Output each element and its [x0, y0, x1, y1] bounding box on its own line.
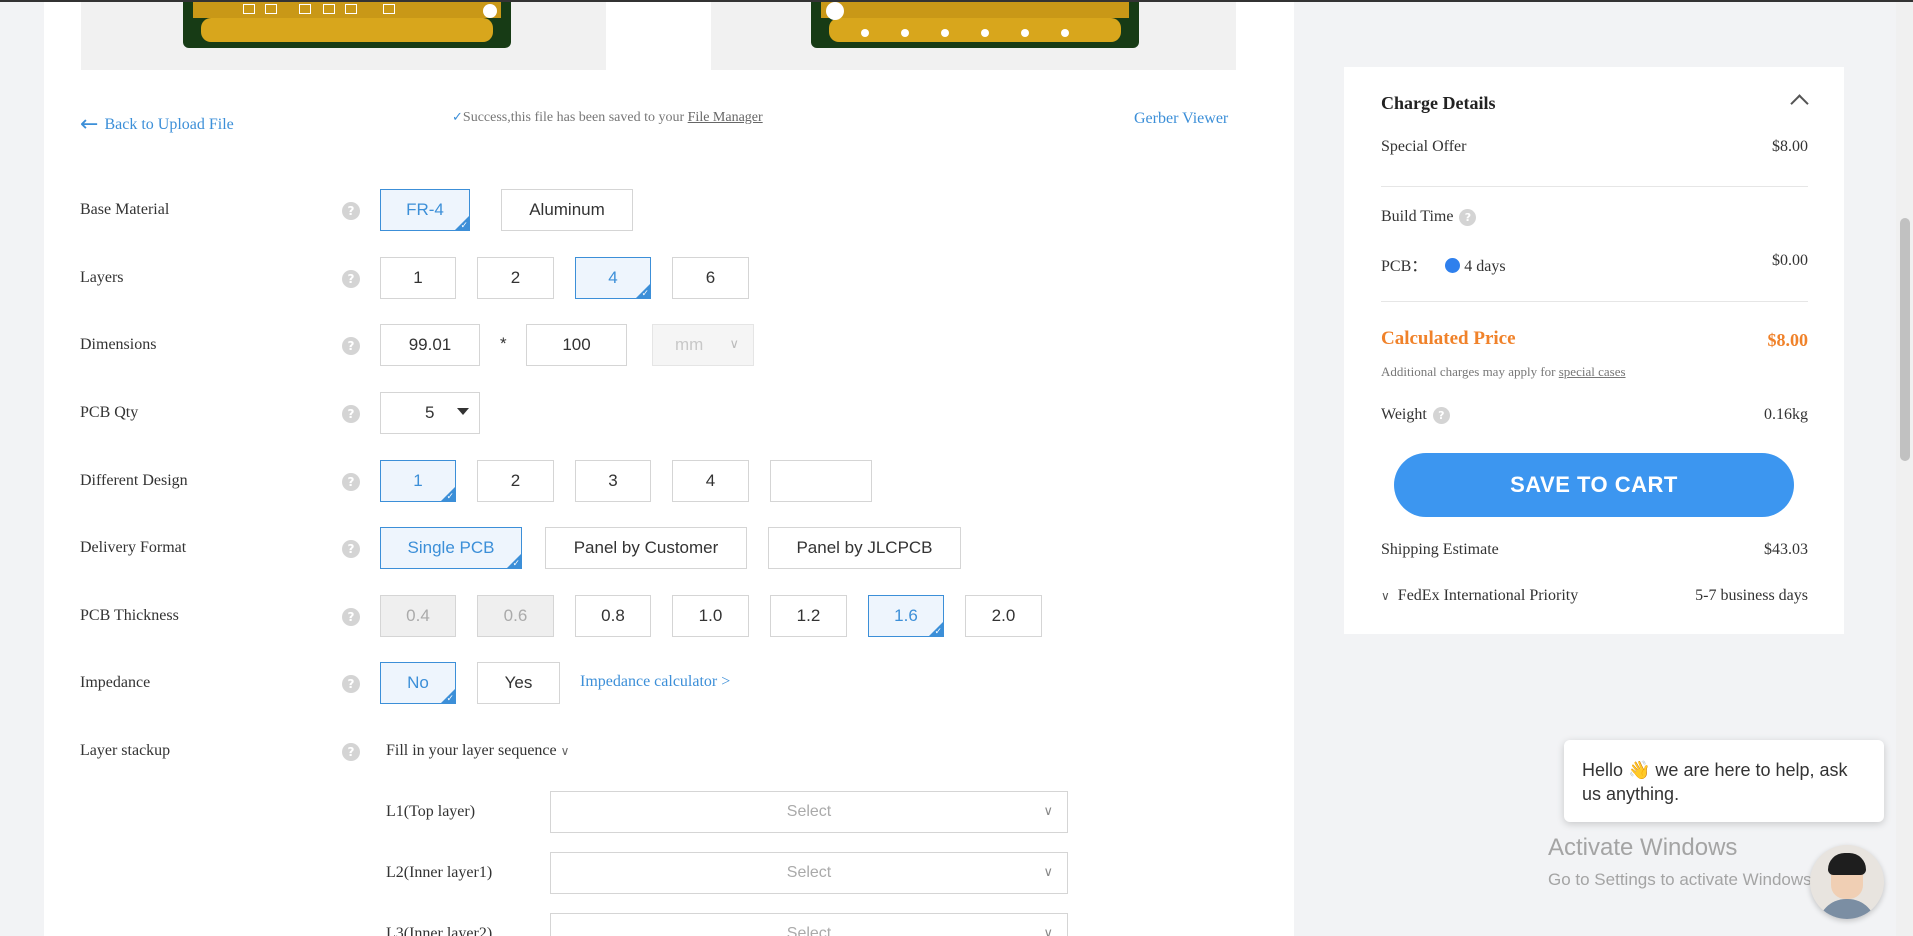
help-icon[interactable]: ? — [342, 270, 360, 288]
dimension-height-input[interactable]: 100 — [526, 324, 627, 366]
page-scrollbar[interactable] — [1896, 2, 1913, 936]
layer-l1-select[interactable]: Select ∨ — [550, 791, 1068, 833]
help-icon[interactable]: ? — [1459, 208, 1477, 226]
help-icon[interactable]: ? — [342, 473, 360, 491]
option-thickness-0-8[interactable]: 0.8 — [575, 595, 651, 637]
success-message: ✓Success,this file has been saved to you… — [452, 110, 763, 125]
pcb-preview-top — [81, 2, 606, 70]
arrow-left-icon: ← — [80, 112, 99, 137]
option-layers-1[interactable]: 1 — [380, 257, 456, 299]
help-icon[interactable]: ? — [342, 743, 360, 761]
charge-details-title: Charge Details — [1381, 93, 1496, 113]
chevron-down-icon: ∨ — [1381, 589, 1390, 603]
help-icon[interactable]: ? — [342, 540, 360, 558]
help-icon[interactable]: ? — [342, 675, 360, 693]
option-layers-4[interactable]: 4 — [575, 257, 651, 299]
chevron-down-icon: ∨ — [560, 744, 570, 758]
row-impedance: Impedance ? No Yes Impedance calculator … — [80, 662, 1230, 704]
shipping-time-value: 5-7 business days — [1695, 587, 1808, 604]
option-thickness-1-2[interactable]: 1.2 — [770, 595, 847, 637]
chevron-up-icon[interactable] — [1790, 94, 1809, 113]
main-panel: ← Back to Upload File ✓Success,this file… — [44, 2, 1294, 936]
option-panel-by-customer[interactable]: Panel by Customer — [545, 527, 747, 569]
option-thickness-0-4: 0.4 — [380, 595, 456, 637]
pcb-top-image — [183, 2, 511, 48]
option-thickness-1-0[interactable]: 1.0 — [672, 595, 749, 637]
option-design-3[interactable]: 3 — [575, 460, 651, 502]
pcb-build-price: $0.00 — [1772, 252, 1808, 269]
option-single-pcb[interactable]: Single PCB — [380, 527, 522, 569]
chat-greeting-bubble[interactable]: Hello 👋 we are here to help, ask us anyt… — [1564, 740, 1884, 822]
option-layers-2[interactable]: 2 — [477, 257, 554, 299]
impedance-calculator-link[interactable]: Impedance calculator > — [580, 673, 730, 691]
option-design-4[interactable]: 4 — [672, 460, 749, 502]
option-thickness-1-6[interactable]: 1.6 — [868, 595, 944, 637]
pcb-bottom-image — [811, 2, 1139, 48]
calculated-price-label: Calculated Price — [1381, 328, 1516, 349]
option-design-2[interactable]: 2 — [477, 460, 554, 502]
radio-selected-icon — [1445, 257, 1461, 273]
option-fr4[interactable]: FR-4 — [380, 189, 470, 231]
option-design-1[interactable]: 1 — [380, 460, 456, 502]
shipping-estimate-value: $43.03 — [1764, 541, 1808, 558]
build-time-label: Build Time? — [1381, 208, 1477, 226]
pcb-preview-bottom — [711, 2, 1236, 70]
shipping-carrier-toggle[interactable]: ∨ FedEx International Priority — [1381, 587, 1578, 605]
row-different-design: Different Design ? 1 2 3 4 — [80, 460, 1230, 502]
option-impedance-yes[interactable]: Yes — [477, 662, 560, 704]
chevron-down-icon: ∨ — [1043, 865, 1053, 880]
row-pcb-thickness: PCB Thickness ? 0.4 0.6 0.8 1.0 1.2 1.6 … — [80, 595, 1230, 637]
weight-value: 0.16kg — [1764, 406, 1808, 423]
pcb-qty-select[interactable]: 5 — [380, 392, 480, 434]
layer-sequence-toggle[interactable]: Fill in your layer sequence ∨ — [386, 742, 569, 760]
chevron-down-icon: ∨ — [729, 337, 739, 352]
special-offer-value: $8.00 — [1772, 138, 1808, 155]
help-icon[interactable]: ? — [342, 405, 360, 423]
windows-activation-title: Activate Windows — [1548, 834, 1738, 861]
unit-select[interactable]: mm ∨ — [652, 324, 754, 366]
row-pcb-qty: PCB Qty ? 5 — [80, 392, 1230, 434]
help-icon[interactable]: ? — [342, 608, 360, 626]
divider — [1381, 301, 1808, 302]
divider — [1381, 186, 1808, 187]
weight-label: Weight? — [1381, 406, 1450, 424]
row-base-material: Base Material ? FR-4 Aluminum — [80, 189, 1230, 231]
gerber-viewer-link[interactable]: Gerber Viewer — [1134, 110, 1228, 128]
option-thickness-2-0[interactable]: 2.0 — [965, 595, 1042, 637]
help-icon[interactable]: ? — [342, 202, 360, 220]
row-dimensions: Dimensions ? 99.01 * 100 mm ∨ — [80, 324, 1230, 366]
additional-charges-note: Additional charges may apply for special… — [1381, 364, 1626, 379]
check-icon: ✓ — [452, 110, 463, 125]
chevron-down-icon: ∨ — [1043, 926, 1053, 936]
dimension-width-input[interactable]: 99.01 — [380, 324, 480, 366]
caret-down-icon — [457, 408, 469, 415]
layer-l3-select[interactable]: Select ∨ — [550, 913, 1068, 936]
row-delivery-format: Delivery Format ? Single PCB Panel by Cu… — [80, 527, 1230, 569]
pcb-build-option[interactable]: PCB： 4 days — [1381, 252, 1506, 276]
option-thickness-0-6: 0.6 — [477, 595, 554, 637]
option-layers-6[interactable]: 6 — [672, 257, 749, 299]
help-icon[interactable]: ? — [1432, 406, 1450, 424]
option-aluminum[interactable]: Aluminum — [501, 189, 633, 231]
file-manager-link[interactable]: File Manager — [688, 110, 763, 125]
special-cases-link[interactable]: special cases — [1559, 364, 1626, 379]
design-custom-input[interactable] — [770, 460, 872, 502]
row-layer-stackup: Layer stackup ? Fill in your layer seque… — [80, 742, 570, 761]
back-to-upload-link[interactable]: ← Back to Upload File — [80, 112, 234, 137]
layer-l2-select[interactable]: Select ∨ — [550, 852, 1068, 894]
windows-activation-subtitle: Go to Settings to activate Windows. — [1548, 870, 1817, 889]
scrollbar-thumb[interactable] — [1900, 218, 1910, 461]
row-layers: Layers ? 1 2 4 6 — [80, 257, 1230, 299]
help-icon[interactable]: ? — [342, 337, 360, 355]
save-to-cart-button[interactable]: SAVE TO CART — [1394, 453, 1794, 517]
option-impedance-no[interactable]: No — [380, 662, 456, 704]
charge-details-panel: Charge Details Special Offer $8.00 Build… — [1344, 67, 1844, 634]
chevron-down-icon: ∨ — [1043, 804, 1053, 819]
calculated-price-value: $8.00 — [1767, 330, 1809, 350]
option-panel-by-jlcpcb[interactable]: Panel by JLCPCB — [768, 527, 961, 569]
chat-support-avatar[interactable] — [1810, 845, 1884, 919]
